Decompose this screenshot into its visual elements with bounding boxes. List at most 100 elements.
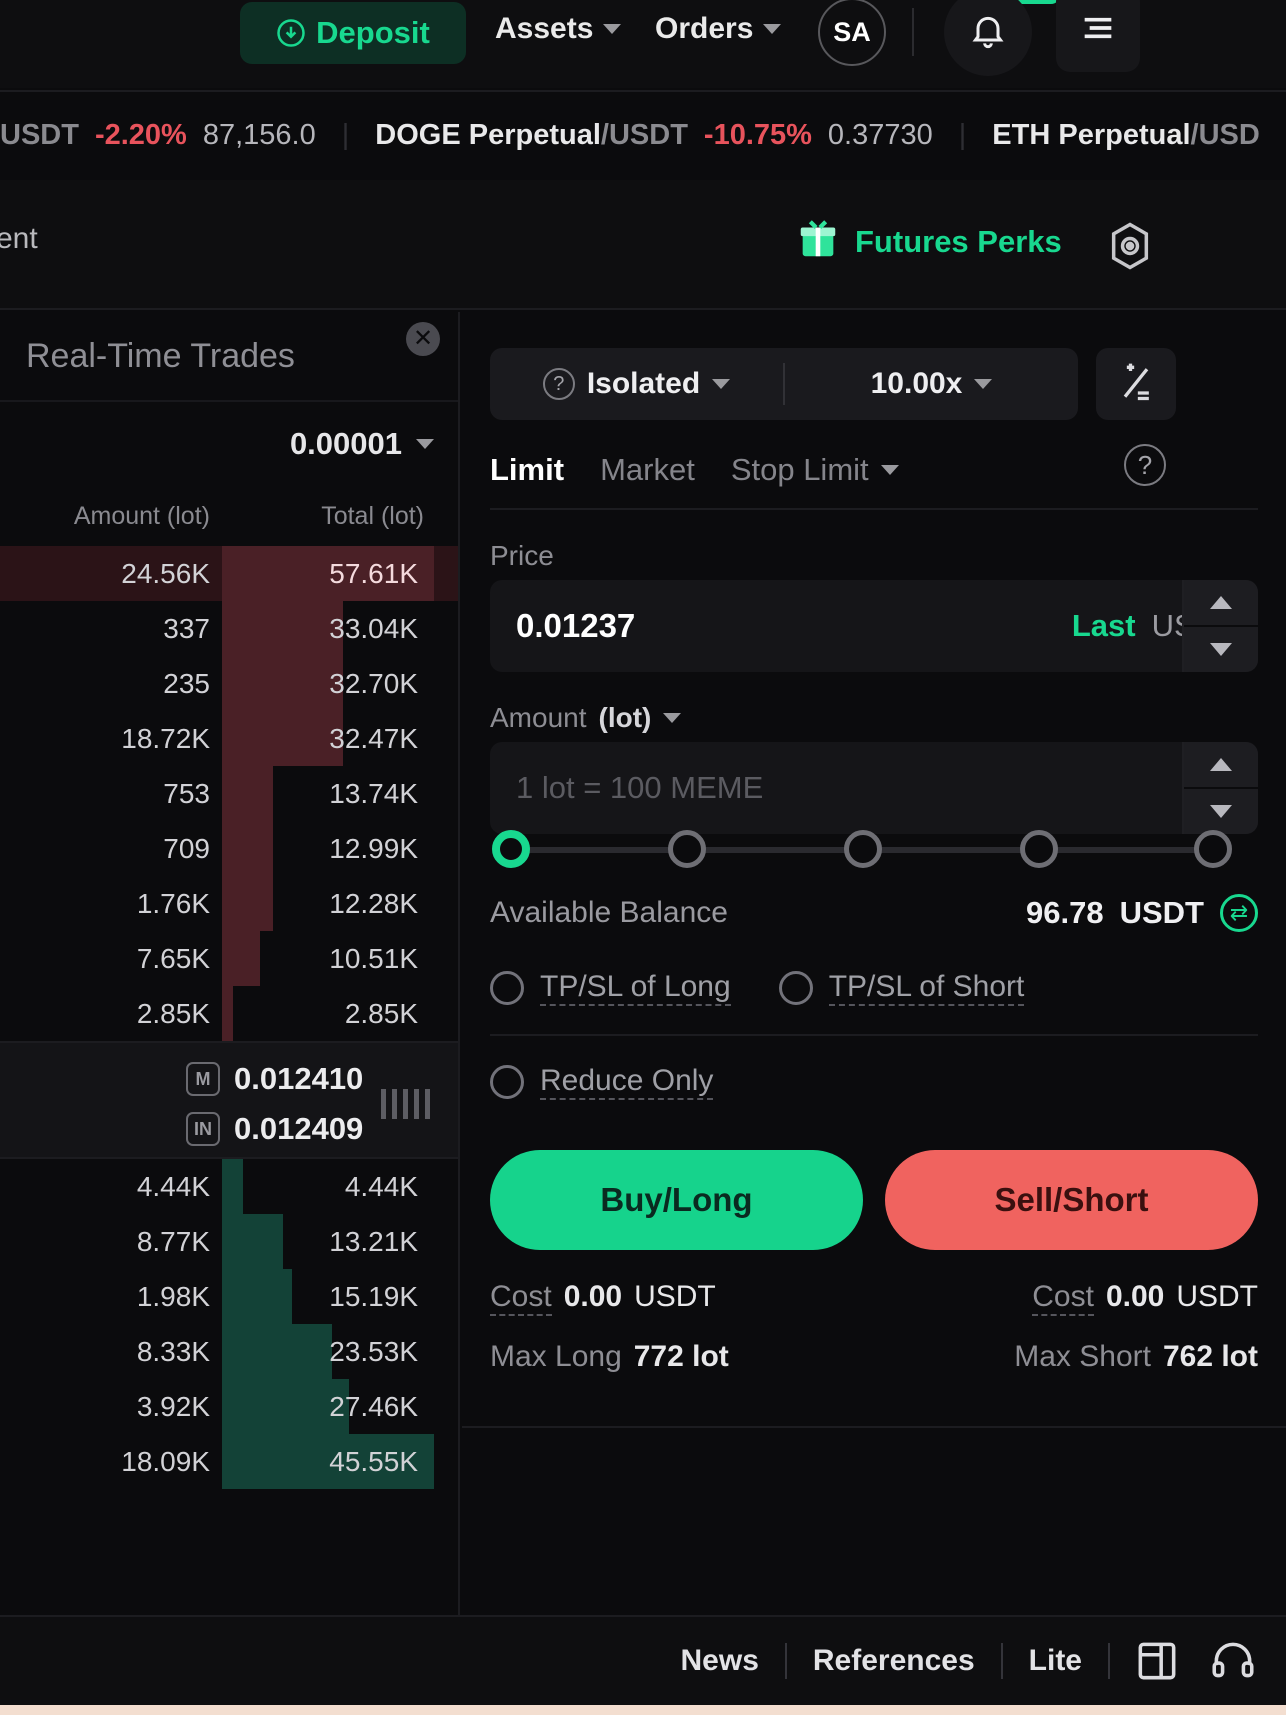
menu-button[interactable] bbox=[1056, 0, 1140, 72]
sell-short-button[interactable]: Sell/Short bbox=[885, 1150, 1258, 1250]
slider-knot-75[interactable] bbox=[1020, 830, 1058, 868]
table-row[interactable]: 1.76K 12.28K bbox=[0, 876, 458, 931]
tpsl-long-checkbox[interactable]: TP/SL of Long bbox=[490, 970, 731, 1006]
tpsl-short-checkbox[interactable]: TP/SL of Short bbox=[778, 970, 1025, 1006]
index-badge-icon: IN bbox=[186, 1112, 220, 1146]
calculator-icon bbox=[1114, 360, 1158, 409]
amount-placeholder: 1 lot = 100 MEME bbox=[516, 770, 764, 805]
order-type-help-icon[interactable]: ? bbox=[1124, 444, 1166, 486]
mark-price-value: 0.012410 bbox=[234, 1061, 364, 1096]
order-action-buttons: Buy/Long Sell/Short bbox=[490, 1150, 1258, 1250]
amount-input[interactable]: 1 lot = 100 MEME lot bbox=[490, 742, 1258, 834]
avatar[interactable]: SA bbox=[818, 0, 886, 66]
table-row[interactable]: 709 12.99K bbox=[0, 821, 458, 876]
table-row[interactable]: 7.65K 10.51K bbox=[0, 931, 458, 986]
hamburger-menu-icon bbox=[1078, 8, 1118, 53]
tab-limit[interactable]: Limit bbox=[490, 452, 564, 488]
headset-support-icon[interactable] bbox=[1204, 1632, 1262, 1690]
nav-assets[interactable]: Assets bbox=[495, 12, 622, 46]
question-circle-icon: ? bbox=[542, 368, 575, 400]
cost-long-unit: USDT bbox=[634, 1280, 716, 1313]
price-input[interactable]: 0.01237 Last USDT bbox=[490, 580, 1258, 672]
cell-total: 4.44K bbox=[344, 1170, 418, 1202]
amount-label-group[interactable]: Amount (lot) bbox=[490, 702, 682, 734]
tab-market[interactable]: Market bbox=[600, 452, 695, 488]
notifications-button[interactable] bbox=[944, 0, 1032, 76]
slider-knot-50[interactable] bbox=[844, 830, 882, 868]
signal-bars-icon bbox=[381, 1089, 430, 1119]
layout-panel-icon[interactable] bbox=[1128, 1632, 1186, 1690]
close-icon[interactable]: ✕ bbox=[406, 322, 440, 356]
deposit-button[interactable]: Deposit bbox=[240, 2, 466, 64]
ticker-item-1-name: DOGE Perpetual bbox=[375, 118, 601, 151]
triangle-up-icon bbox=[1210, 758, 1232, 771]
amount-increment-button[interactable] bbox=[1184, 742, 1258, 789]
table-row[interactable]: 18.09K 45.55K bbox=[0, 1434, 458, 1489]
triangle-down-icon bbox=[1210, 643, 1232, 656]
chevron-down-icon bbox=[663, 713, 682, 723]
table-row[interactable]: 337 33.04K bbox=[0, 601, 458, 656]
cell-amount: 7.65K bbox=[136, 942, 210, 974]
ticker-item-0-price: 87,156.0 bbox=[202, 118, 316, 151]
market-ticker-bar[interactable]: USDT -2.20% 87,156.0 | DOGE Perpetual /U… bbox=[0, 90, 1286, 178]
tab-stop-limit[interactable]: Stop Limit bbox=[731, 452, 899, 488]
price-last-button[interactable]: Last bbox=[1072, 608, 1136, 644]
available-balance-label: Available Balance bbox=[490, 896, 728, 929]
price-increment-button[interactable] bbox=[1184, 580, 1258, 627]
amount-decrement-button[interactable] bbox=[1184, 789, 1258, 834]
price-decrement-button[interactable] bbox=[1184, 627, 1258, 672]
amount-stepper[interactable] bbox=[1182, 742, 1258, 834]
buy-long-button[interactable]: Buy/Long bbox=[490, 1150, 863, 1250]
table-row[interactable]: 753 13.74K bbox=[0, 766, 458, 821]
slider-knot-100[interactable] bbox=[1194, 830, 1232, 868]
cell-total: 45.55K bbox=[329, 1445, 418, 1477]
table-row[interactable]: 1.98K 15.19K bbox=[0, 1269, 458, 1324]
swap-currency-icon[interactable]: ⇄ bbox=[1220, 894, 1258, 932]
futures-perks-button[interactable]: Futures Perks bbox=[795, 216, 1062, 267]
cell-amount: 8.77K bbox=[136, 1225, 210, 1257]
ticker-item-1-quote: /USDT bbox=[600, 118, 688, 151]
table-row[interactable]: 3.92K 27.46K bbox=[0, 1379, 458, 1434]
cell-total: 12.28K bbox=[329, 887, 418, 919]
table-row[interactable]: 18.72K 32.47K bbox=[0, 711, 458, 766]
calculator-button[interactable] bbox=[1096, 348, 1176, 420]
nav-orders[interactable]: Orders bbox=[655, 12, 782, 46]
table-row[interactable]: 8.77K 13.21K bbox=[0, 1214, 458, 1269]
slider-knot-25[interactable] bbox=[668, 830, 706, 868]
cell-total: 32.70K bbox=[329, 667, 418, 699]
cell-total: 13.74K bbox=[329, 777, 418, 809]
ticker-item-2-name: ETH Perpetual bbox=[992, 118, 1191, 151]
cell-amount: 8.33K bbox=[136, 1335, 210, 1367]
chevron-down-icon bbox=[880, 465, 899, 475]
table-row[interactable]: 235 32.70K bbox=[0, 656, 458, 711]
mark-badge-icon: M bbox=[186, 1062, 220, 1096]
available-balance-unit: USDT bbox=[1119, 895, 1204, 930]
footer-news[interactable]: News bbox=[655, 1644, 785, 1678]
table-row[interactable]: 8.33K 23.53K bbox=[0, 1324, 458, 1379]
ticker-item-1-price: 0.37730 bbox=[827, 118, 933, 151]
reduce-only-checkbox[interactable]: Reduce Only bbox=[490, 1064, 714, 1100]
cell-amount: 753 bbox=[163, 777, 210, 809]
margin-mode-selector[interactable]: ? Isolated bbox=[490, 367, 783, 401]
table-row[interactable]: 24.56K 57.61K bbox=[0, 546, 458, 601]
amount-percentage-slider[interactable] bbox=[492, 830, 1232, 870]
avatar-initials: SA bbox=[833, 16, 871, 47]
deposit-arrow-icon bbox=[276, 18, 306, 48]
max-short: Max Short 762 lot bbox=[1014, 1340, 1258, 1374]
radio-icon bbox=[778, 971, 813, 1005]
settings-button[interactable] bbox=[1102, 218, 1158, 274]
bottom-accent-bar bbox=[0, 1705, 1286, 1715]
price-value: 0.01237 bbox=[516, 607, 636, 644]
tick-size-selector[interactable]: 0.00001 bbox=[0, 402, 458, 486]
sub-header-bar: ent Futures Perks bbox=[0, 180, 1286, 310]
mid-price-block: M 0.012410 IN 0.012409 bbox=[0, 1041, 458, 1159]
table-row[interactable]: 4.44K 4.44K bbox=[0, 1159, 458, 1214]
cell-amount: 18.72K bbox=[121, 722, 210, 754]
leverage-selector[interactable]: 10.00x bbox=[785, 367, 1078, 401]
footer-references[interactable]: References bbox=[787, 1644, 1001, 1678]
table-row[interactable]: 2.85K 2.85K bbox=[0, 986, 458, 1041]
footer-lite[interactable]: Lite bbox=[1003, 1644, 1108, 1678]
price-stepper[interactable] bbox=[1182, 580, 1258, 672]
gift-icon bbox=[795, 216, 841, 267]
slider-knot-0[interactable] bbox=[492, 830, 530, 868]
